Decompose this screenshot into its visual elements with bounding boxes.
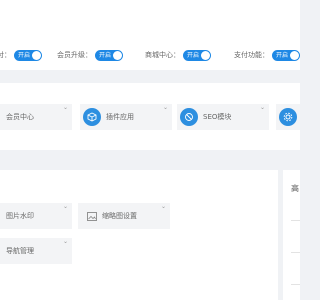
tool-thumbnail-settings[interactable]: 缩略图设置 ⌄ xyxy=(78,203,170,229)
switch-item-payment-function: 支付功能： 开启 xyxy=(234,48,300,62)
switch-label: 支付功能： xyxy=(234,51,269,59)
module-plugin-apps[interactable]: 插件应用 ⌄ xyxy=(80,104,172,130)
toggle-knob xyxy=(113,50,122,60)
link-icon xyxy=(180,108,198,126)
side-panel-heading: 高 xyxy=(291,184,299,193)
corner-mark: ⌄ xyxy=(62,104,68,111)
toggle-knob xyxy=(201,50,210,60)
module-label: 插件应用 xyxy=(106,113,134,121)
tool-label: 缩略图设置 xyxy=(102,212,137,220)
module-seo[interactable]: SEO模块 ⌄ xyxy=(177,104,269,130)
gear-icon xyxy=(279,108,297,126)
switch-item-member-upgrade: 会员升级： 开启 xyxy=(57,48,123,62)
corner-mark: ⌄ xyxy=(162,104,168,111)
member-upgrade-toggle[interactable]: 开启 xyxy=(95,49,123,61)
toggle-knob xyxy=(290,50,299,60)
payment-function-toggle[interactable]: 开启 xyxy=(272,49,300,61)
divider xyxy=(291,220,300,221)
tools-panel xyxy=(0,170,278,300)
corner-mark: ⌄ xyxy=(160,203,166,210)
switch-label: 付： xyxy=(0,51,11,59)
tool-label: 图片水印 xyxy=(6,212,34,220)
corner-mark: ⌄ xyxy=(62,238,68,245)
module-member-center[interactable]: 会员中心 ⌄ xyxy=(0,104,72,130)
divider xyxy=(291,252,300,253)
module-label: 会员中心 xyxy=(6,113,34,121)
mall-center-toggle[interactable]: 开启 xyxy=(183,49,211,61)
module-label: SEO模块 xyxy=(203,113,232,121)
toggle-state-label: 开启 xyxy=(18,51,31,59)
toggle-state-label: 开启 xyxy=(99,51,112,59)
toggle-state-label: 开启 xyxy=(187,51,200,59)
corner-mark: ⌄ xyxy=(259,104,265,111)
toggle-state-label: 开启 xyxy=(276,51,289,59)
switch-item-mall-center: 商城中心： 开启 xyxy=(145,48,211,62)
switch-label: 商城中心： xyxy=(145,51,180,59)
payment-toggle[interactable]: 开启 xyxy=(14,49,42,61)
switch-label: 会员升级： xyxy=(57,51,92,59)
cube-icon xyxy=(83,108,101,126)
switch-item-payment: 付： 开启 xyxy=(0,48,42,62)
image-icon xyxy=(87,211,97,221)
tool-label: 导航管理 xyxy=(6,247,34,255)
divider xyxy=(291,284,300,285)
toggle-knob xyxy=(32,50,41,60)
tool-image-watermark[interactable]: 图片水印 ⌄ xyxy=(0,203,72,229)
module-settings[interactable] xyxy=(276,104,300,130)
tool-navigation-management[interactable]: 导航管理 ⌄ xyxy=(0,238,72,264)
corner-mark: ⌄ xyxy=(62,203,68,210)
